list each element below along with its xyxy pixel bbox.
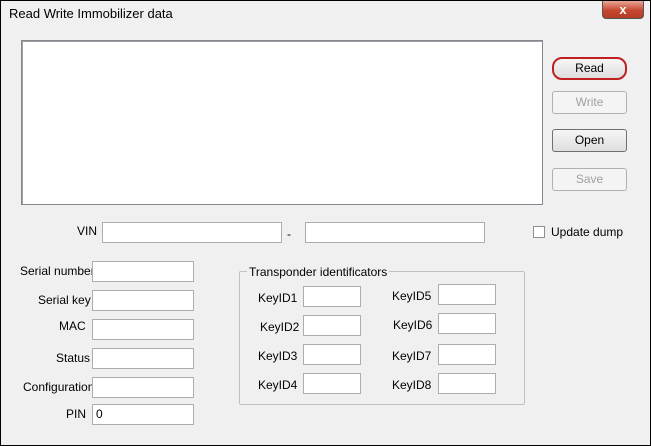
serial-number-field[interactable] [92, 261, 194, 282]
window-title: Read Write Immobilizer data [9, 6, 173, 21]
update-dump-label: Update dump [551, 225, 624, 239]
keyid6-field[interactable] [438, 313, 496, 334]
close-icon: x [619, 2, 627, 17]
status-field[interactable] [92, 348, 194, 369]
status-label: Status [56, 351, 91, 365]
keyid8-label: KeyID8 [392, 378, 432, 392]
keyid5-field[interactable] [438, 284, 496, 305]
vin-field-1[interactable] [102, 222, 282, 243]
update-dump-checkbox[interactable] [533, 226, 545, 238]
keyid4-label: KeyID4 [258, 378, 298, 392]
configuration-field[interactable] [92, 377, 194, 398]
dump-textarea[interactable] [21, 40, 543, 205]
keyid5-label: KeyID5 [392, 289, 432, 303]
transponder-group-title: Transponder identificators [247, 265, 390, 279]
keyid2-label: KeyID2 [260, 320, 300, 334]
title-bar: Read Write Immobilizer data x [1, 1, 650, 29]
mac-field[interactable] [92, 319, 194, 340]
keyid2-field[interactable] [303, 315, 361, 336]
keyid1-label: KeyID1 [258, 291, 298, 305]
keyid7-label: KeyID7 [392, 349, 432, 363]
keyid3-label: KeyID3 [258, 349, 298, 363]
vin-label: VIN [77, 224, 98, 238]
pin-label: PIN [66, 407, 87, 421]
dialog-window: Read Write Immobilizer data x Read Write… [0, 0, 651, 446]
keyid1-field[interactable] [303, 286, 361, 307]
read-button[interactable]: Read [552, 57, 627, 80]
open-button[interactable]: Open [552, 129, 627, 152]
pin-field[interactable]: 0 [92, 404, 194, 425]
write-button[interactable]: Write [552, 91, 627, 114]
keyid7-field[interactable] [438, 344, 496, 365]
serial-number-label: Serial number [20, 264, 95, 278]
serial-key-field[interactable] [92, 290, 194, 311]
keyid8-field[interactable] [438, 373, 496, 394]
vin-separator: - [287, 227, 291, 241]
save-button[interactable]: Save [552, 168, 627, 191]
vin-field-2[interactable] [305, 222, 485, 243]
mac-label: MAC [59, 319, 86, 333]
keyid6-label: KeyID6 [393, 318, 433, 332]
keyid3-field[interactable] [303, 344, 361, 365]
serial-key-label: Serial key [38, 293, 91, 307]
keyid4-field[interactable] [303, 373, 361, 394]
configuration-label: Configuration [23, 380, 95, 394]
close-button[interactable]: x [602, 1, 644, 19]
